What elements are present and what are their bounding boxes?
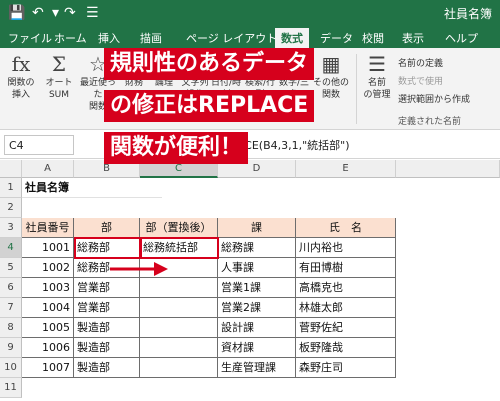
window-title: 社員名簿 [443,7,492,21]
sheet-title-cell[interactable]: 社員名簿 [22,178,162,198]
tab-file[interactable]: ファイル [8,30,52,46]
define-name-button[interactable]: 名前の定義 [398,56,443,69]
table-cell[interactable]: 1007 [22,358,74,378]
table-cell[interactable]: 1003 [22,278,74,298]
dropdown-icon[interactable]: ▾ [52,4,59,22]
title-bar: 💾 ↶ ▾ ↷ ☰ 社員名簿 [0,0,500,26]
defined-names-group-label: 定義された名前 [398,117,462,127]
table-cell[interactable]: 営業2課 [218,298,296,318]
table-cell[interactable]: 1004 [22,298,74,318]
table-cell[interactable]: 菅野佐紀 [296,318,396,338]
row-header[interactable]: 10 [0,358,22,378]
table-cell[interactable]: 有田博樹 [296,258,396,278]
row-header[interactable]: 1 [0,178,22,198]
tab-formulas[interactable]: 数式 [275,28,309,48]
tab-draw[interactable]: 描画 [140,30,162,46]
header-cell[interactable]: 部 [74,218,140,238]
insert-function-button[interactable]: fx 関数の 挿入 [4,51,38,101]
ribbon-tabs: ファイル ホーム 挿入 描画 ページ レイアウト 数式 データ 校閲 表示 ヘル… [0,26,500,48]
table-cell[interactable]: 営業1課 [218,278,296,298]
header-cell[interactable]: 課 [218,218,296,238]
table-cell[interactable]: 総務課 [218,238,296,258]
autosum-button[interactable]: Σ オート SUM [42,51,76,101]
table-cell[interactable]: 森野庄司 [296,358,396,378]
column-header-a[interactable]: A [22,160,74,178]
row-header[interactable]: 2 [0,198,22,218]
table-cell[interactable]: 製造部 [74,338,140,358]
row-header[interactable]: 9 [0,338,22,358]
active-cell-highlight [140,237,219,259]
table-cell[interactable]: 1005 [22,318,74,338]
tab-review[interactable]: 校閲 [362,30,384,46]
row-header[interactable]: 7 [0,298,22,318]
table-cell[interactable]: 1001 [22,238,74,258]
use-in-formula-button[interactable]: 数式で使用 [398,74,443,87]
column-header-blank[interactable] [396,160,500,178]
name-box[interactable]: C4 [4,135,74,155]
tab-data[interactable]: データ [320,30,353,46]
spreadsheet-grid: A B C D E 1 2 3 4 5 6 7 8 9 10 11 社員名簿 社… [0,160,500,401]
header-cell[interactable]: 氏 名 [296,218,396,238]
create-from-selection-button[interactable]: 選択範囲から作成 [398,92,470,105]
table-cell[interactable]: 1002 [22,258,74,278]
table-cell[interactable]: 川内裕也 [296,238,396,258]
save-icon[interactable]: 💾 [8,4,25,22]
row-header[interactable]: 5 [0,258,22,278]
row-header[interactable]: 11 [0,378,22,398]
table-cell[interactable] [140,338,218,358]
table-cell[interactable]: 1006 [22,338,74,358]
undo-icon[interactable]: ↶ [32,4,44,22]
tab-insert[interactable]: 挿入 [98,30,120,46]
fx-icon: fx [11,52,31,76]
table-cell[interactable] [140,318,218,338]
table-cell[interactable]: 高橋克也 [296,278,396,298]
table-cell[interactable] [140,278,218,298]
table-cell[interactable]: 生産管理課 [218,358,296,378]
header-cell[interactable]: 社員番号 [22,218,74,238]
row-header[interactable]: 3 [0,218,22,238]
annotation-callout: 規則性のあるデータ の修正はREPLACE 関数が便利！ [104,48,404,178]
table-cell[interactable]: 営業部 [74,278,140,298]
table-cell[interactable]: 林雄太郎 [296,298,396,318]
tab-home[interactable]: ホーム [54,30,87,46]
table-cell[interactable]: 資材課 [218,338,296,358]
source-cell-highlight [74,237,141,259]
table-cell[interactable]: 製造部 [74,318,140,338]
redo-icon[interactable]: ↷ [64,4,76,22]
tab-help[interactable]: ヘルプ [445,30,478,46]
row-header[interactable]: 8 [0,318,22,338]
row-header[interactable]: 6 [0,278,22,298]
table-cell[interactable]: 営業部 [74,298,140,318]
annotation-line-2: の修正はREPLACE [104,90,315,122]
arrow-icon [110,262,168,276]
tab-view[interactable]: 表示 [402,30,424,46]
sigma-icon: Σ [51,52,67,76]
customize-toolbar-icon[interactable]: ☰ [86,4,99,22]
annotation-line-3: 関数が便利！ [104,132,249,164]
select-all-corner[interactable] [0,160,22,178]
row-header[interactable]: 4 [0,238,22,258]
table-cell[interactable]: 板野隆哉 [296,338,396,358]
table-cell[interactable]: 設計課 [218,318,296,338]
table-cell[interactable]: 製造部 [74,358,140,378]
tab-page-layout[interactable]: ページ レイアウト [186,30,277,46]
table-cell[interactable] [140,358,218,378]
table-cell[interactable]: 人事課 [218,258,296,278]
header-cell[interactable]: 部（置換後） [140,218,218,238]
annotation-line-1: 規則性のあるデータ [104,48,315,80]
table-cell[interactable] [140,298,218,318]
